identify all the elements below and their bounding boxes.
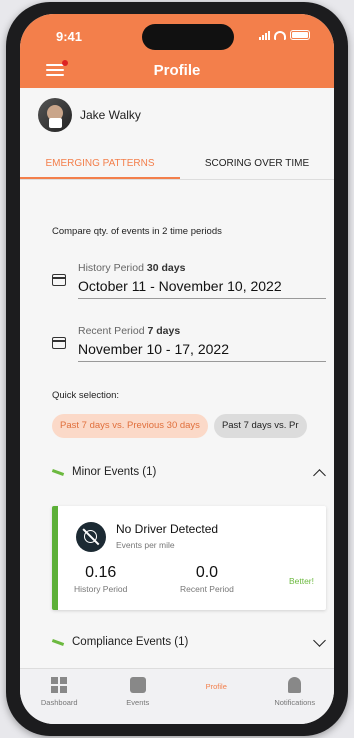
dashboard-icon <box>51 677 68 693</box>
status-time: 9:41 <box>56 29 83 44</box>
chevron-up-icon[interactable] <box>313 469 326 482</box>
history-value: 0.16 <box>85 564 117 581</box>
nav-profile[interactable]: Profile <box>177 669 256 724</box>
event-title: No Driver Detected <box>116 522 219 536</box>
recent-metric: 0.0 Recent Period <box>180 564 234 594</box>
avatar[interactable] <box>38 98 72 132</box>
nav-events-label: Events <box>126 698 150 707</box>
no-driver-icon <box>76 522 106 552</box>
calendar-icon <box>52 274 66 286</box>
dynamic-island <box>142 24 234 50</box>
minor-events-label: Minor Events (1) <box>72 466 157 478</box>
user-profile: Jake Walky <box>38 98 141 132</box>
recent-period-label: Recent Period <box>78 325 145 337</box>
history-period-days: 30 days <box>146 262 186 274</box>
phone-frame: 9:41 Profile Jake Walky EMERGING PATTERN… <box>6 2 348 736</box>
event-subtitle: Events per mile <box>116 540 175 550</box>
battery-icon <box>290 30 310 40</box>
nav-profile-label: Profile <box>205 682 227 691</box>
app-header: 9:41 Profile <box>20 14 334 88</box>
event-card[interactable]: No Driver Detected Events per mile 0.16 … <box>52 506 326 610</box>
nav-notifications[interactable]: Notifications <box>256 669 335 724</box>
compliance-indicator <box>51 639 65 646</box>
signal-icon <box>259 30 270 40</box>
compliance-events-label: Compliance Events (1) <box>72 636 189 648</box>
camera-icon <box>49 118 62 128</box>
nav-dashboard[interactable]: Dashboard <box>20 669 99 724</box>
quick-selection-label: Quick selection: <box>52 390 120 401</box>
chip-past7-vs-prev30[interactable]: Past 7 days vs. Previous 30 days <box>52 414 208 438</box>
minor-indicator <box>51 469 65 476</box>
wifi-icon <box>274 30 286 40</box>
recent-value: 0.0 <box>195 564 219 581</box>
recent-caption: Recent Period <box>180 584 234 594</box>
tab-scoring-over-time[interactable]: SCORING OVER TIME <box>180 148 334 179</box>
compliance-events-section[interactable]: Compliance Events (1) <box>51 634 328 656</box>
status-badge: Better! <box>288 576 314 586</box>
tab-emerging-patterns[interactable]: EMERGING PATTERNS <box>20 148 180 179</box>
history-period-label: History Period <box>78 262 144 274</box>
minor-events-section[interactable]: Minor Events (1) <box>51 466 328 486</box>
quick-selection-chips: Past 7 days vs. Previous 30 days Past 7 d… <box>52 414 326 440</box>
compare-description: Compare qty. of events in 2 time periods <box>52 226 222 237</box>
chevron-down-icon[interactable] <box>313 634 326 647</box>
events-icon <box>129 677 146 693</box>
history-caption: History Period <box>74 584 128 594</box>
nav-events[interactable]: Events <box>99 669 178 724</box>
nav-dashboard-label: Dashboard <box>40 698 78 707</box>
bell-icon <box>288 677 302 693</box>
calendar-icon <box>52 337 66 349</box>
nav-notifications-label: Notifications <box>274 698 316 707</box>
history-period-value[interactable]: October 11 - November 10, 2022 <box>78 278 326 299</box>
tab-bar: EMERGING PATTERNS SCORING OVER TIME <box>20 148 334 180</box>
recent-period-days: 7 days <box>147 325 181 337</box>
page-title: Profile <box>153 62 201 79</box>
recent-period-value[interactable]: November 10 - 17, 2022 <box>78 341 326 362</box>
app-screen: 9:41 Profile Jake Walky EMERGING PATTERN… <box>20 14 334 724</box>
user-name: Jake Walky <box>80 108 141 122</box>
bottom-nav: Dashboard Events Profile Notifications <box>20 668 334 724</box>
status-icons <box>259 30 310 40</box>
chip-past7-vs-prior[interactable]: Past 7 days vs. Pr <box>213 414 307 438</box>
history-metric: 0.16 History Period <box>74 564 127 594</box>
